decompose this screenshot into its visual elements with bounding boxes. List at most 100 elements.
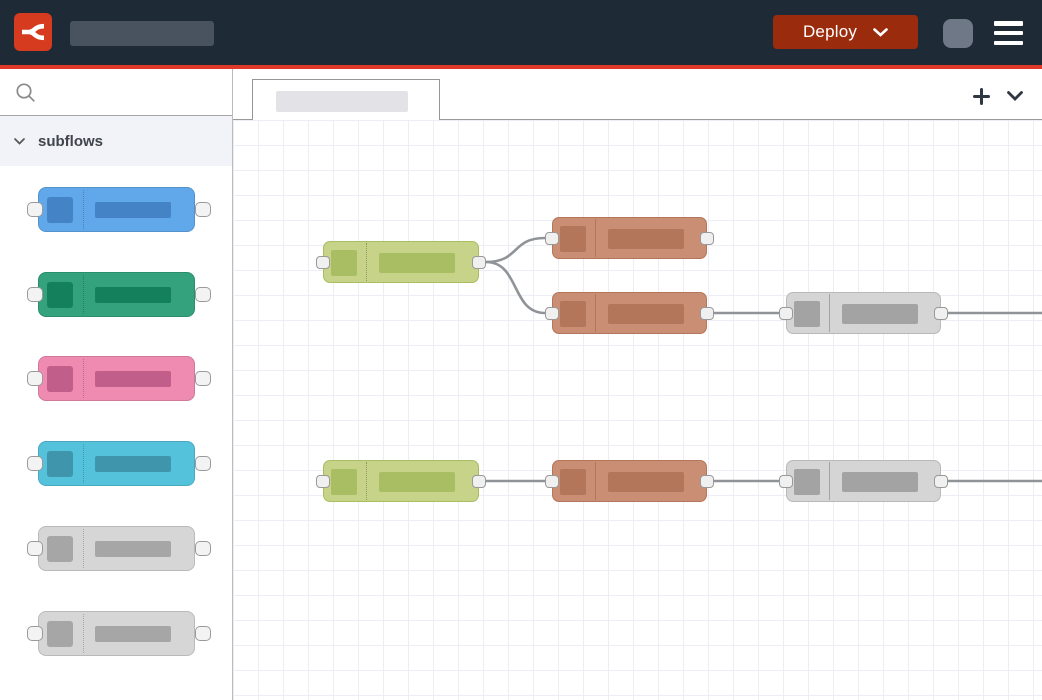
node-red-logo-icon — [20, 19, 46, 45]
flow-tab-strip — [233, 69, 1042, 120]
node-icon — [794, 301, 820, 327]
palette-node-list — [0, 166, 232, 699]
add-flow-button[interactable] — [968, 83, 994, 109]
deploy-button[interactable]: Deploy — [773, 15, 918, 49]
node-icon — [560, 469, 586, 495]
node-red-editor: Deploy subflows — [0, 0, 1042, 700]
node-divider — [829, 294, 830, 332]
canvas-node-green-2[interactable] — [323, 460, 479, 502]
palette-subflow-blue[interactable] — [27, 187, 211, 232]
canvas-node-gray-1[interactable] — [786, 292, 941, 334]
palette-subflow-pink[interactable] — [27, 356, 211, 401]
node-output-port[interactable] — [472, 475, 486, 488]
node-divider — [366, 462, 367, 500]
canvas-node-salmon-2[interactable] — [552, 292, 707, 334]
node-icon — [47, 451, 73, 477]
node-label-placeholder — [95, 287, 171, 303]
palette-category-subflows[interactable]: subflows — [0, 116, 232, 166]
node-icon — [47, 536, 73, 562]
node-icon — [560, 301, 586, 327]
palette-node-body — [38, 187, 195, 232]
node-input-port[interactable] — [316, 256, 330, 269]
palette-search[interactable] — [0, 69, 232, 116]
flow-tab-name-placeholder — [276, 91, 408, 112]
node-input-port[interactable] — [545, 232, 559, 245]
node-input-port — [27, 626, 43, 641]
palette-node-body — [38, 272, 195, 317]
wire-green-1-to-salmon-2[interactable] — [486, 262, 545, 313]
node-output-port[interactable] — [700, 475, 714, 488]
palette-subflow-gray-2[interactable] — [27, 611, 211, 656]
node-output-port — [195, 541, 211, 556]
deploy-button-label: Deploy — [803, 22, 857, 42]
wire-layer — [233, 120, 1042, 700]
palette-category-label: subflows — [38, 133, 103, 150]
chevron-down-icon — [873, 28, 888, 37]
node-input-port — [27, 541, 43, 556]
node-label-placeholder — [842, 304, 918, 324]
node-body — [552, 292, 707, 334]
node-divider — [83, 190, 84, 229]
main-menu-button[interactable] — [994, 21, 1023, 45]
node-divider — [366, 243, 367, 281]
node-output-port[interactable] — [472, 256, 486, 269]
node-label-placeholder — [379, 253, 455, 273]
node-body — [786, 460, 941, 502]
node-label-placeholder — [95, 626, 171, 642]
node-icon — [560, 226, 586, 252]
chevron-down-icon — [1007, 91, 1023, 101]
palette-subflow-green[interactable] — [27, 272, 211, 317]
node-input-port[interactable] — [779, 307, 793, 320]
search-icon — [15, 82, 37, 104]
node-input-port — [27, 287, 43, 302]
palette-subflow-gray-1[interactable] — [27, 526, 211, 571]
wire-green-1-to-salmon-1[interactable] — [486, 238, 545, 262]
node-output-port[interactable] — [934, 475, 948, 488]
node-label-placeholder — [608, 472, 684, 492]
flow-tab-active[interactable] — [252, 79, 440, 120]
node-icon — [47, 621, 73, 647]
palette-node-body — [38, 356, 195, 401]
node-output-port — [195, 456, 211, 471]
node-input-port[interactable] — [545, 307, 559, 320]
node-output-port[interactable] — [700, 232, 714, 245]
node-icon — [331, 469, 357, 495]
node-label-placeholder — [95, 541, 171, 557]
hamburger-icon — [994, 41, 1023, 46]
workspace — [233, 69, 1042, 700]
node-output-port — [195, 287, 211, 302]
palette-subflow-cyan[interactable] — [27, 441, 211, 486]
palette-node-body — [38, 611, 195, 656]
node-output-port — [195, 371, 211, 386]
node-divider — [83, 275, 84, 314]
node-label-placeholder — [379, 472, 455, 492]
node-divider — [83, 529, 84, 568]
canvas-node-salmon-1[interactable] — [552, 217, 707, 259]
node-icon — [794, 469, 820, 495]
flow-list-button[interactable] — [1002, 83, 1028, 109]
flow-canvas[interactable] — [233, 120, 1042, 700]
node-input-port — [27, 456, 43, 471]
node-output-port — [195, 626, 211, 641]
node-input-port[interactable] — [316, 475, 330, 488]
chevron-down-icon — [14, 138, 25, 145]
node-body — [323, 241, 479, 283]
canvas-node-gray-2[interactable] — [786, 460, 941, 502]
node-input-port — [27, 202, 43, 217]
node-input-port[interactable] — [545, 475, 559, 488]
node-input-port[interactable] — [779, 475, 793, 488]
node-label-placeholder — [608, 229, 684, 249]
user-avatar[interactable] — [943, 19, 973, 48]
plus-icon — [973, 88, 990, 105]
node-divider — [595, 462, 596, 500]
canvas-node-green-1[interactable] — [323, 241, 479, 283]
node-icon — [47, 366, 73, 392]
node-input-port — [27, 371, 43, 386]
palette-node-body — [38, 441, 195, 486]
header-bar: Deploy — [0, 0, 1042, 65]
node-divider — [829, 462, 830, 500]
node-label-placeholder — [95, 202, 171, 218]
node-output-port[interactable] — [934, 307, 948, 320]
canvas-node-salmon-3[interactable] — [552, 460, 707, 502]
node-output-port[interactable] — [700, 307, 714, 320]
